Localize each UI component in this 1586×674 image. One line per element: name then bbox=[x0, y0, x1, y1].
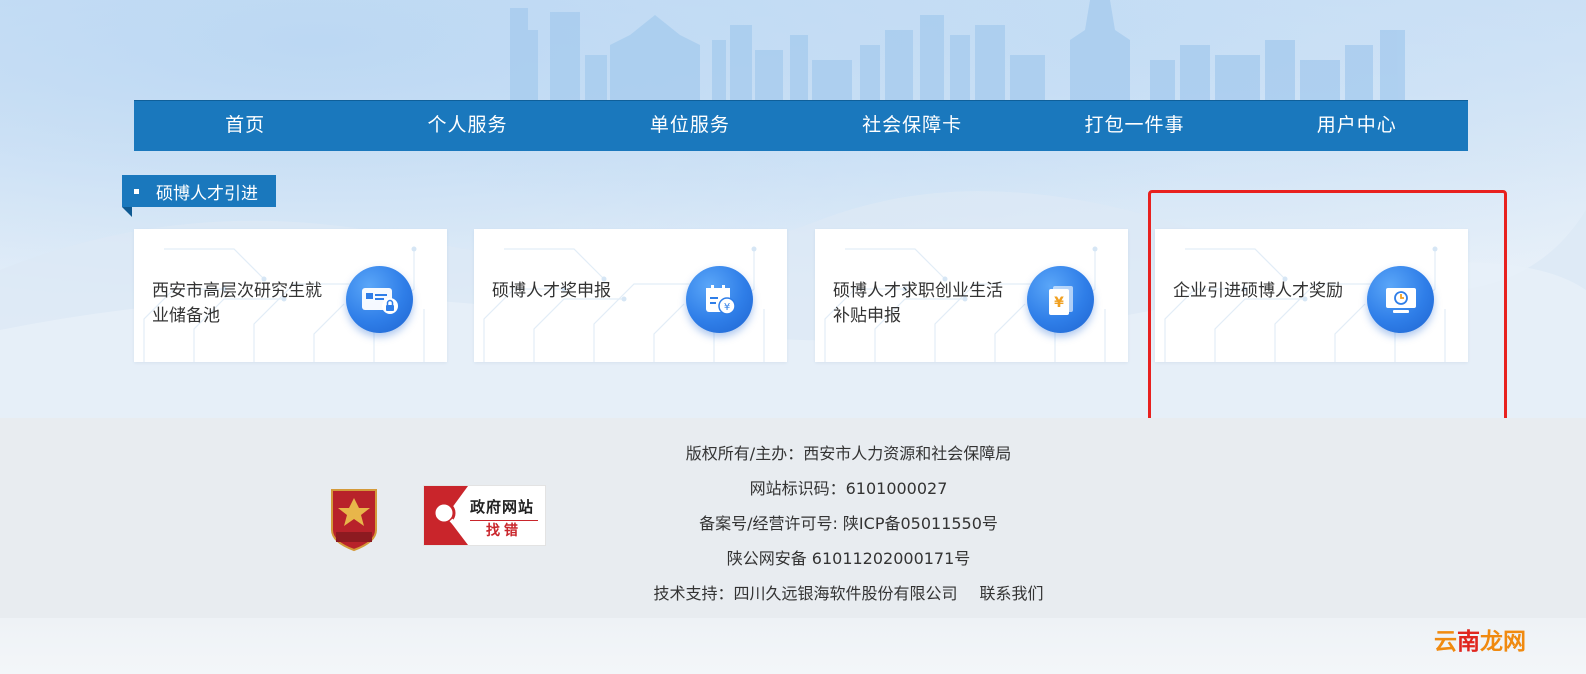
svg-text:¥: ¥ bbox=[1054, 295, 1064, 311]
gov-website-error-report-badge[interactable]: 政府网站 找错 bbox=[423, 485, 546, 546]
card-title: 企业引进硕博人才奖励 bbox=[1173, 281, 1343, 301]
city-skyline-decoration bbox=[510, 0, 1405, 105]
magnifier-icon bbox=[424, 486, 468, 545]
footer-icp-number[interactable]: 备案号/经营许可号: 陕ICP备05011550号 bbox=[560, 514, 1137, 534]
nav-item-user-center[interactable]: 用户中心 bbox=[1246, 100, 1468, 151]
service-card-enterprise-talent-reward[interactable]: 企业引进硕博人才奖励 bbox=[1155, 229, 1468, 362]
contact-us-link[interactable]: 联系我们 bbox=[980, 584, 1044, 603]
party-government-emblem-icon bbox=[331, 489, 377, 552]
monitor-clock-icon bbox=[1367, 266, 1434, 333]
section-title-tab: 硕博人才引进 bbox=[122, 175, 276, 207]
service-card-talent-award-application[interactable]: 硕博人才奖申报 ¥ bbox=[474, 229, 787, 362]
gov-badge-subtitle: 找错 bbox=[470, 520, 538, 541]
svg-text:¥: ¥ bbox=[723, 302, 729, 313]
nav-item-home[interactable]: 首页 bbox=[134, 100, 356, 151]
card-title: 硕博人才求职创业生活补贴申报 bbox=[833, 281, 1003, 326]
nav-item-unit-services[interactable]: 单位服务 bbox=[579, 100, 801, 151]
nav-item-bundled-services[interactable]: 打包一件事 bbox=[1023, 100, 1245, 151]
main-nav-bar: 首页 个人服务 单位服务 社会保障卡 打包一件事 用户中心 bbox=[134, 100, 1468, 151]
footer-police-record[interactable]: 陕公网安备 61011202000171号 bbox=[560, 549, 1137, 569]
document-yuan-icon: ¥ bbox=[1027, 266, 1094, 333]
footer-tech-support: 技术支持：四川久远银海软件股份有限公司 bbox=[653, 584, 958, 603]
bullet-icon bbox=[134, 188, 139, 194]
nav-item-social-security-card[interactable]: 社会保障卡 bbox=[801, 100, 1023, 151]
section-title: 硕博人才引进 bbox=[156, 183, 258, 204]
footer-copyright: 版权所有/主办：西安市人力资源和社会保障局 bbox=[685, 444, 1012, 463]
calendar-yuan-icon: ¥ bbox=[686, 266, 753, 333]
service-card-job-startup-subsidy[interactable]: 硕博人才求职创业生活补贴申报 ¥ bbox=[815, 229, 1128, 362]
party-government-badge[interactable] bbox=[326, 486, 382, 552]
nav-item-personal-services[interactable]: 个人服务 bbox=[356, 100, 578, 151]
card-title: 西安市高层次研究生就业储备池 bbox=[152, 281, 322, 326]
card-title: 硕博人才奖申报 bbox=[492, 281, 611, 301]
footer-site-code: 网站标识码：6101000027 bbox=[749, 479, 948, 498]
footer-tech-support-row: 技术支持：四川久远银海软件股份有限公司 联系我们 bbox=[560, 584, 1137, 604]
id-card-lock-icon bbox=[346, 266, 413, 333]
footer-bottom-strip bbox=[0, 618, 1586, 674]
watermark-logo: 云南龙网 bbox=[1434, 629, 1526, 654]
section-tab-fold-decoration bbox=[122, 207, 132, 217]
gov-badge-title: 政府网站 bbox=[470, 498, 535, 516]
service-card-graduate-reserve-pool[interactable]: 西安市高层次研究生就业储备池 bbox=[134, 229, 447, 362]
